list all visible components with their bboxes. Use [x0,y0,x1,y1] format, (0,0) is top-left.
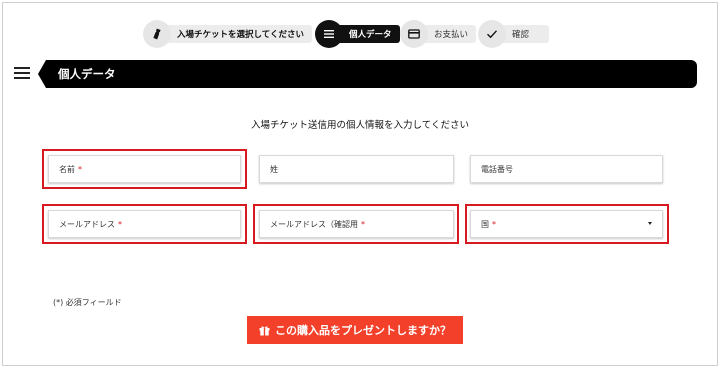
dropdown-caret-icon [648,222,652,225]
required-mark: * [118,219,122,229]
last-name-placeholder: 姓 [270,164,278,174]
checkmark-icon [478,20,506,48]
step-select-ticket[interactable]: 入場チケットを選択してください [143,20,312,48]
first-name-field[interactable]: 名前 * [48,155,241,183]
step-confirm[interactable]: 確認 [478,20,550,48]
ticket-icon [143,20,171,48]
gift-purchase-button[interactable]: この購入品をプレゼントしますか？ [247,316,463,344]
gift-icon [259,325,270,335]
gift-button-label: この購入品をプレゼントしますか？ [275,324,451,337]
step-label: 個人データ [337,25,400,43]
phone-placeholder: 電話番号 [481,164,513,174]
credit-card-icon [400,20,428,48]
step-personal-data[interactable]: 個人データ [315,20,400,48]
step-label: お支払い [422,25,477,43]
required-fields-note: (*) 必須フィールド [53,298,122,307]
section-header-bar [38,60,697,88]
required-mark: * [78,164,82,174]
first-name-placeholder: 名前 [59,164,75,174]
form-subtitle: 入場チケット送信用の個人情報を入力してください [251,120,469,131]
required-mark: * [492,219,496,229]
email-confirm-placeholder: メールアドレス（確認用 [270,219,358,229]
email-confirm-field[interactable]: メールアドレス（確認用 * [259,210,454,238]
section-title: 個人データ [58,67,116,81]
hamburger-icon[interactable] [14,67,30,81]
email-field[interactable]: メールアドレス * [48,210,241,238]
list-icon [315,20,343,48]
required-mark: * [361,219,365,229]
phone-field[interactable]: 電話番号 [470,155,663,183]
last-name-field[interactable]: 姓 [259,155,454,183]
step-payment[interactable]: お支払い [400,20,477,48]
step-label: 確認 [500,25,550,43]
step-label: 入場チケットを選択してください [165,25,312,43]
country-select[interactable]: 国 * [470,210,663,238]
email-placeholder: メールアドレス [59,219,115,229]
country-placeholder: 国 [481,219,489,229]
